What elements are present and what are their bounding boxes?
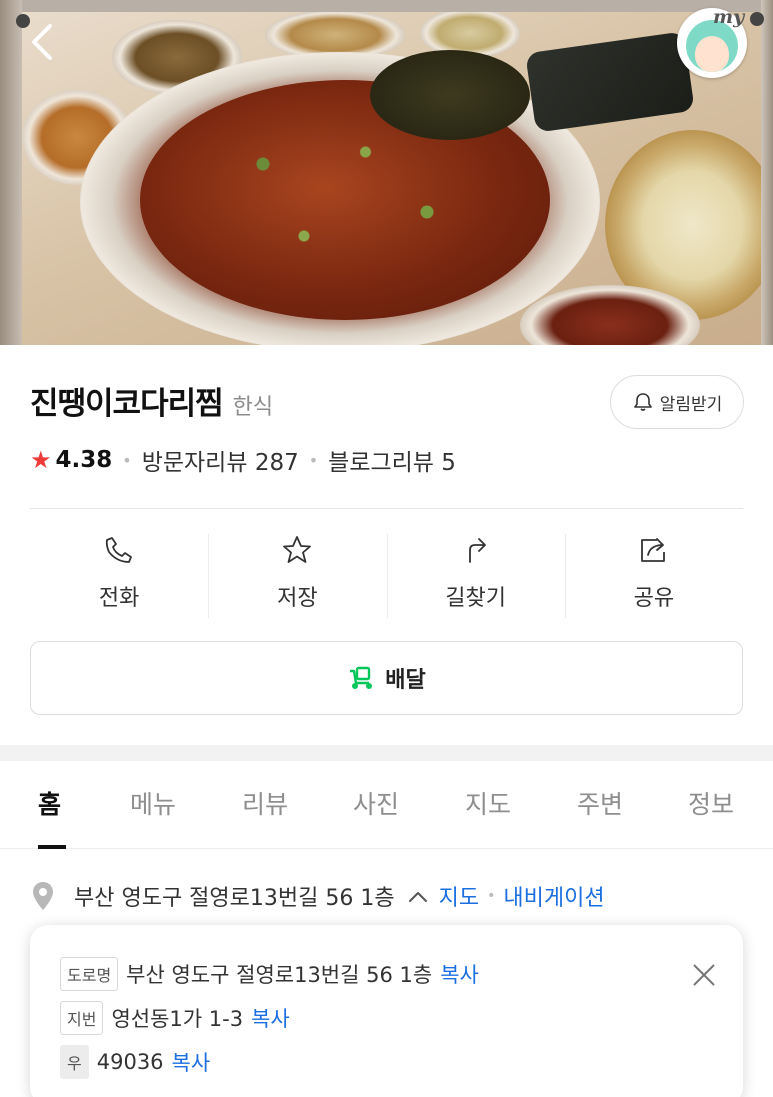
- tab-map[interactable]: 지도: [465, 785, 511, 821]
- separator-dot: •: [122, 450, 132, 470]
- share-label: 공유: [633, 586, 675, 611]
- tab-home[interactable]: 홈: [38, 785, 61, 821]
- share-button[interactable]: 공유: [564, 530, 743, 620]
- copy-zip-code-button[interactable]: 복사: [172, 1047, 211, 1077]
- seasoned-greens: [370, 50, 530, 140]
- rating-score: 4.38: [55, 447, 113, 473]
- blog-reviews-link[interactable]: 블로그리뷰 5: [328, 443, 456, 477]
- save-label: 저장: [277, 586, 318, 611]
- address-row: 부산 영도구 절영로13번길 56 1층 지도 • 내비게이션: [30, 880, 770, 912]
- back-button[interactable]: [26, 20, 62, 64]
- close-icon: [693, 964, 715, 986]
- directions-icon: [468, 538, 486, 563]
- lot-address-value: 영선동1가 1-3: [111, 1007, 244, 1031]
- phone-icon: [105, 537, 133, 563]
- section-separator: [0, 745, 773, 761]
- delivery-scooter-icon: [350, 666, 373, 689]
- zip-code-row: 우 49036 복사: [60, 1045, 210, 1079]
- photo-frame: [0, 0, 22, 345]
- notification-label: 알림받기: [659, 394, 723, 415]
- address-text[interactable]: 부산 영도구 절영로13번길 56 1층: [74, 880, 395, 912]
- delivery-button[interactable]: 배달: [30, 641, 743, 715]
- location-pin-icon: [33, 882, 53, 910]
- tab-review[interactable]: 리뷰: [242, 785, 288, 821]
- tab-bar: 홈 메뉴 리뷰 사진 지도 주변 정보: [0, 761, 773, 849]
- road-address-row: 도로명 부산 영도구 절영로13번길 56 1층 복사: [60, 957, 479, 991]
- place-title-row: 진땡이코다리찜 한식: [30, 378, 273, 423]
- frame-pin: [750, 12, 764, 26]
- lot-address-tag: 지번: [60, 1001, 104, 1035]
- separator-dot: •: [308, 450, 319, 470]
- zip-code-value: 49036: [96, 1050, 164, 1074]
- road-address-value: 부산 영도구 절영로13번길 56 1층: [126, 963, 433, 987]
- active-tab-indicator: [38, 845, 66, 849]
- save-button[interactable]: 저장: [208, 530, 386, 620]
- star-icon: [283, 536, 312, 563]
- place-name: 진땡이코다리찜: [30, 386, 224, 422]
- avatar-face: [695, 36, 729, 72]
- photo-frame: [761, 0, 773, 345]
- road-address-tag: 도로명: [60, 957, 119, 991]
- chevron-left-icon: [32, 24, 52, 60]
- map-link[interactable]: 지도: [439, 880, 479, 912]
- tab-nearby[interactable]: 주변: [577, 785, 623, 821]
- delivery-label: 배달: [385, 668, 426, 693]
- call-button[interactable]: 전화: [30, 530, 208, 620]
- share-icon: [640, 538, 665, 562]
- copy-road-address-button[interactable]: 복사: [440, 959, 479, 989]
- navigation-link[interactable]: 내비게이션: [503, 880, 604, 912]
- zip-code-tag: 우: [60, 1045, 89, 1079]
- hero-photo[interactable]: [0, 0, 773, 345]
- call-label: 전화: [98, 586, 140, 611]
- chevron-up-icon[interactable]: [407, 889, 429, 903]
- my-label: my: [713, 6, 745, 28]
- action-bar: 전화 저장 길찾기 공유: [30, 530, 743, 620]
- my-profile-button[interactable]: my: [677, 6, 747, 78]
- divider: [30, 508, 743, 509]
- lot-address-row: 지번 영선동1가 1-3 복사: [60, 1001, 290, 1035]
- tab-info[interactable]: 정보: [688, 785, 734, 821]
- place-category: 한식: [232, 395, 274, 420]
- close-popup-button[interactable]: [690, 961, 718, 989]
- rating-star-icon: ★: [30, 446, 52, 474]
- visitor-reviews-link[interactable]: 방문자리뷰 287: [142, 443, 299, 477]
- directions-label: 길찾기: [445, 586, 506, 611]
- separator-dot: •: [487, 888, 496, 904]
- notification-button[interactable]: 알림받기: [610, 375, 744, 429]
- copy-lot-address-button[interactable]: 복사: [251, 1003, 290, 1033]
- tab-menu[interactable]: 메뉴: [130, 785, 176, 821]
- bell-icon: [633, 393, 652, 411]
- tab-photo[interactable]: 사진: [353, 785, 399, 821]
- directions-button[interactable]: 길찾기: [386, 530, 565, 620]
- rating-summary: ★ 4.38 • 방문자리뷰 287 • 블로그리뷰 5: [30, 443, 456, 477]
- address-detail-popup: 도로명 부산 영도구 절영로13번길 56 1층 복사 지번 영선동1가 1-3…: [30, 925, 743, 1097]
- photo-frame: [0, 0, 773, 12]
